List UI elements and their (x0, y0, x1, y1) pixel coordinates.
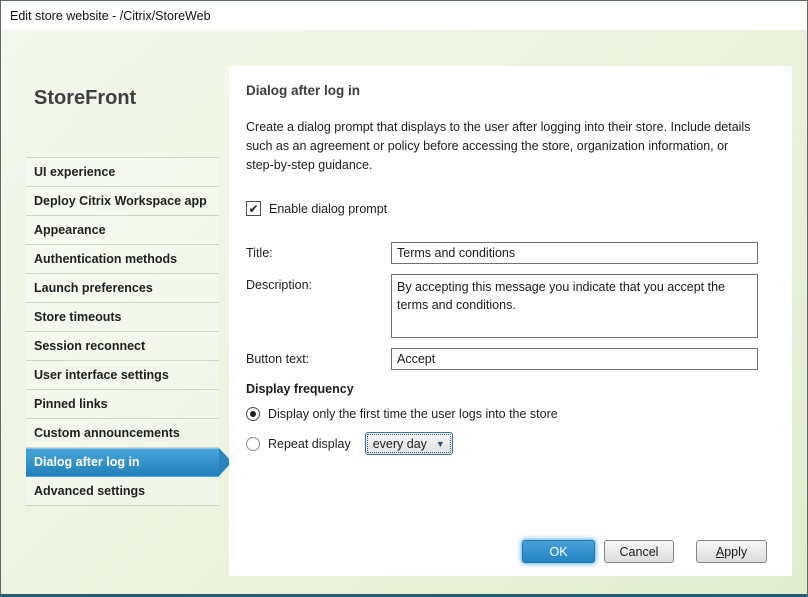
cancel-button[interactable]: Cancel (604, 540, 674, 563)
display-first-time-label[interactable]: Display only the first time the user log… (268, 407, 558, 421)
repeat-display-label[interactable]: Repeat display (268, 437, 351, 451)
description-label: Description: (246, 274, 391, 292)
title-input[interactable] (391, 242, 758, 264)
page-title: Dialog after log in (246, 83, 767, 98)
repeat-interval-dropdown[interactable]: every day ▼ (365, 432, 453, 455)
storefront-logo: StoreFront (34, 87, 136, 110)
sidebar-item-session-reconnect[interactable]: Session reconnect (26, 332, 219, 361)
description-input[interactable]: By accepting this message you indicate t… (391, 274, 758, 338)
display-frequency-heading: Display frequency (246, 382, 767, 396)
repeat-display-radio[interactable] (246, 437, 260, 451)
settings-nav: UI experience Deploy Citrix Workspace ap… (26, 157, 219, 506)
edit-store-website-window: Edit store website - /Citrix/StoreWeb St… (0, 0, 808, 597)
intro-text: Create a dialog prompt that displays to … (246, 118, 754, 175)
title-label: Title: (246, 246, 391, 260)
enable-dialog-prompt-checkbox[interactable]: ✔ (246, 201, 261, 216)
sidebar-item-store-timeouts[interactable]: Store timeouts (26, 303, 219, 332)
sidebar-item-dialog-after-log-in[interactable]: Dialog after log in (26, 448, 219, 477)
sidebar-item-ui-experience[interactable]: UI experience (26, 158, 219, 187)
apply-button[interactable]: Apply (696, 540, 767, 563)
display-first-time-radio[interactable] (246, 407, 260, 421)
ok-button[interactable]: OK (522, 540, 595, 563)
button-text-label: Button text: (246, 352, 391, 366)
chevron-down-icon: ▼ (436, 439, 445, 449)
title-bar: Edit store website - /Citrix/StoreWeb (1, 1, 807, 31)
enable-dialog-prompt-label[interactable]: Enable dialog prompt (269, 202, 387, 216)
dialog-after-log-in-panel: Dialog after log in Create a dialog prom… (229, 66, 792, 576)
checkmark-icon: ✔ (248, 203, 258, 215)
window-title: Edit store website - /Citrix/StoreWeb (10, 9, 211, 23)
sidebar-item-advanced-settings[interactable]: Advanced settings (26, 477, 219, 506)
sidebar-item-custom-announcements[interactable]: Custom announcements (26, 419, 219, 448)
sidebar-item-deploy-citrix-workspace-app[interactable]: Deploy Citrix Workspace app (26, 187, 219, 216)
sidebar-item-appearance[interactable]: Appearance (26, 216, 219, 245)
repeat-interval-value: every day (373, 437, 427, 451)
sidebar-item-authentication-methods[interactable]: Authentication methods (26, 245, 219, 274)
sidebar-item-launch-preferences[interactable]: Launch preferences (26, 274, 219, 303)
sidebar-item-pinned-links[interactable]: Pinned links (26, 390, 219, 419)
button-text-input[interactable] (391, 348, 758, 370)
sidebar-item-user-interface-settings[interactable]: User interface settings (26, 361, 219, 390)
